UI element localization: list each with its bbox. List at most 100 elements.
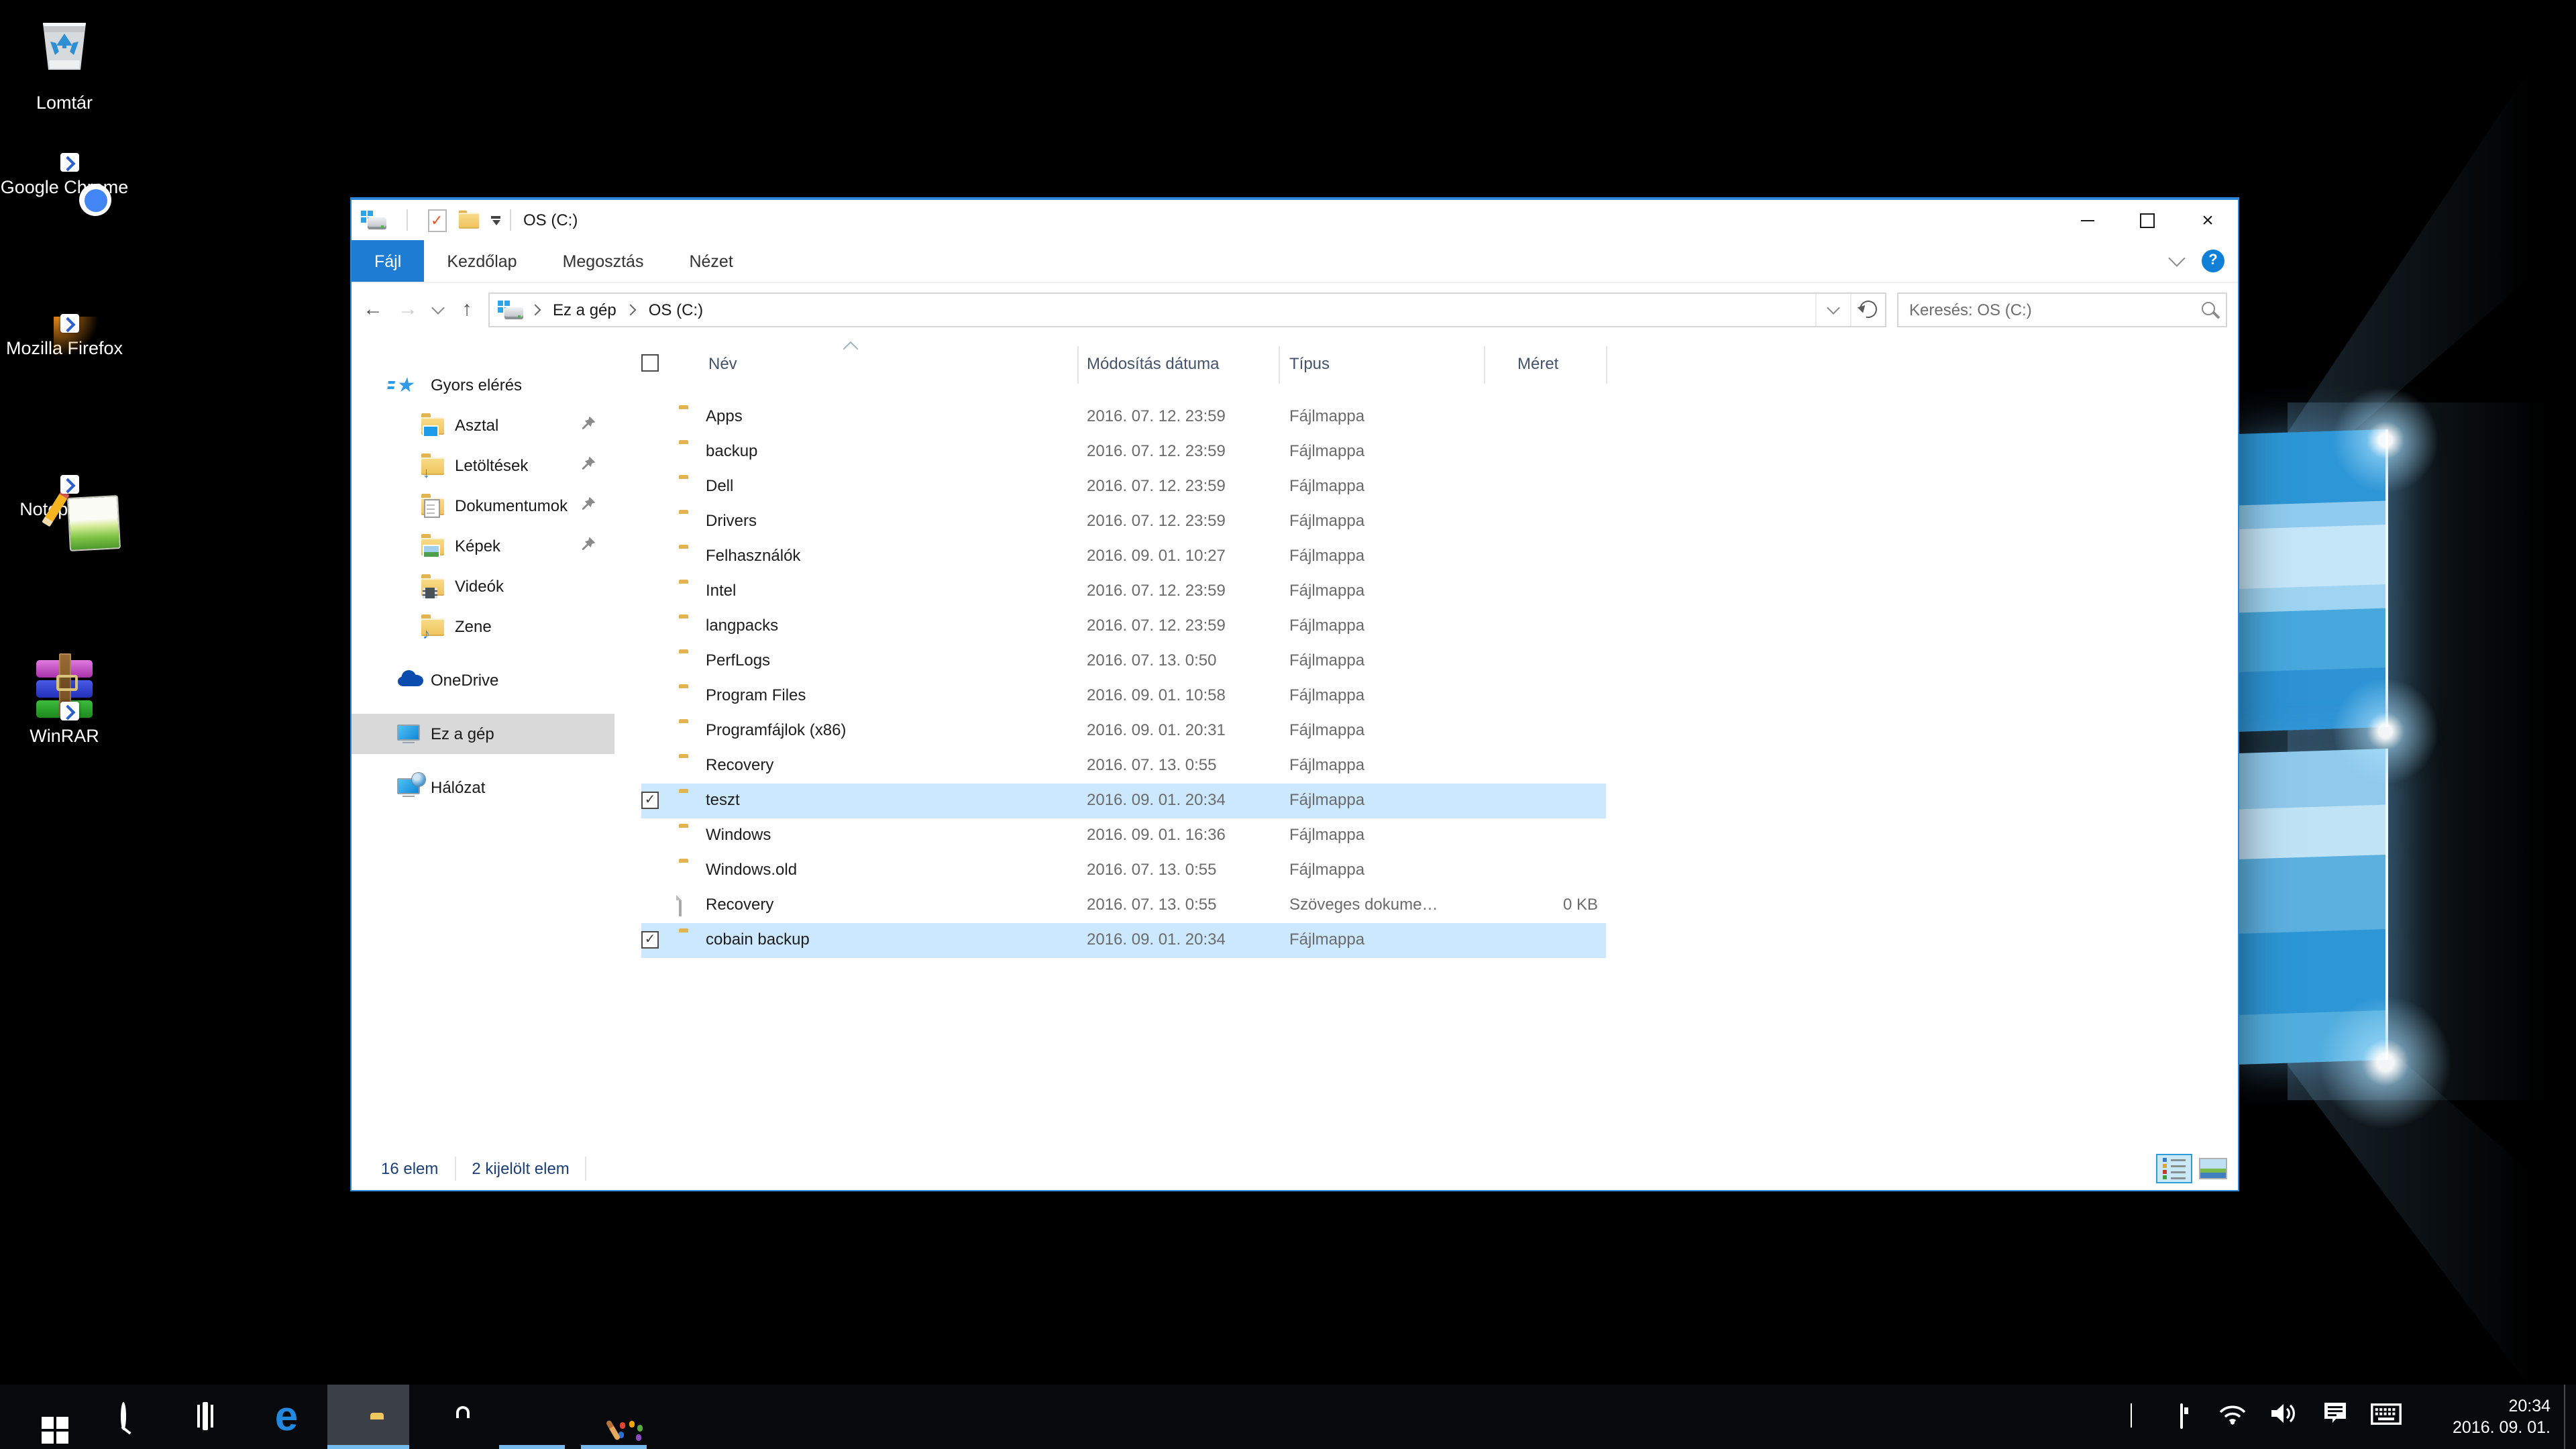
sidebar-item-asztal[interactable]: Asztal <box>352 405 614 445</box>
sidebar-item-k-pek[interactable]: Képek <box>352 526 614 566</box>
clock[interactable]: 20:34 2016. 09. 01. <box>2411 1395 2564 1438</box>
desktop-icon-notepad-plus-plus[interactable]: Notepad++ <box>0 491 129 521</box>
column-header-date[interactable]: Módosítás dátuma <box>1087 354 1219 373</box>
music-folder-icon: ♪ <box>421 618 444 635</box>
refresh-button[interactable] <box>1850 293 1885 325</box>
sidebar-item-onedrive[interactable]: OneDrive <box>352 660 614 700</box>
divider <box>510 209 511 231</box>
taskbar-button-store[interactable] <box>409 1385 491 1449</box>
file-row-windows-old[interactable]: Windows.old 2016. 07. 13. 0:55 Fájlmappa <box>641 853 1606 888</box>
selected-count: 2 kijelölt elem <box>472 1159 569 1178</box>
ribbon-tab-f-jl[interactable]: Fájl <box>352 240 424 282</box>
file-row-felhaszn-l-k[interactable]: Felhasználók 2016. 09. 01. 10:27 Fájlmap… <box>641 539 1606 574</box>
taskbar-button-task-view[interactable] <box>164 1385 246 1449</box>
file-row-teszt[interactable]: ✓ teszt 2016. 09. 01. 20:34 Fájlmappa <box>641 784 1606 818</box>
tray-button-volume[interactable] <box>2258 1385 2309 1449</box>
ribbon-tab-kezd-lap[interactable]: Kezdőlap <box>424 240 539 282</box>
ribbon-tab-bar: FájlKezdőlapMegosztásNézet ? <box>352 240 2238 283</box>
qat-menu-arrow-icon[interactable] <box>491 216 500 224</box>
ribbon-tab-n-zet[interactable]: Nézet <box>666 240 755 282</box>
expand-ribbon-icon[interactable] <box>2168 250 2185 266</box>
column-divider[interactable] <box>1279 346 1280 384</box>
recent-locations-button[interactable] <box>427 292 448 327</box>
taskbar-button-start[interactable] <box>0 1385 82 1449</box>
column-divider[interactable] <box>1606 346 1607 384</box>
file-type: Fájlmappa <box>1289 581 1364 600</box>
file-row-cobain-backup[interactable]: ✓ cobain backup 2016. 09. 01. 20:34 Fájl… <box>641 923 1606 958</box>
column-header-size[interactable]: Méret <box>1517 354 1558 373</box>
file-row-program-files[interactable]: Program Files 2016. 09. 01. 10:58 Fájlma… <box>641 679 1606 714</box>
tray-button-hidden-icons-chevron[interactable] <box>2105 1385 2156 1449</box>
desktop-icon-mozilla-firefox[interactable]: Mozilla Firefox <box>0 330 129 360</box>
minimize-button[interactable] <box>2057 200 2117 240</box>
maximize-button[interactable] <box>2117 200 2178 240</box>
file-row-drivers[interactable]: Drivers 2016. 07. 12. 23:59 Fájlmappa <box>641 504 1606 539</box>
row-checkbox[interactable]: ✓ <box>641 792 659 809</box>
column-header-type[interactable]: Típus <box>1289 354 1330 373</box>
onedrive-cloud-icon <box>397 669 424 691</box>
desktop-icon-winrar[interactable]: WinRAR <box>0 655 129 747</box>
tray-button-touch-keyboard[interactable] <box>2360 1385 2411 1449</box>
close-button[interactable]: × <box>2178 200 2238 240</box>
details-view-button[interactable] <box>2156 1154 2192 1183</box>
sidebar-item-vide-k[interactable]: Videók <box>352 566 614 606</box>
breadcrumb-chevron-icon[interactable] <box>530 304 541 315</box>
sidebar-item-gyors-el-r-s[interactable]: ★ Gyors elérés <box>352 365 614 405</box>
search-input[interactable] <box>1897 292 2227 327</box>
sidebar-item-zene[interactable]: ♪ Zene <box>352 606 614 647</box>
sidebar-item-ez-a-g-p[interactable]: Ez a gép <box>352 714 614 754</box>
desktop-folder-icon <box>421 417 444 434</box>
ribbon-tab-megoszt-s[interactable]: Megosztás <box>540 240 667 282</box>
file-row-recovery[interactable]: Recovery 2016. 07. 13. 0:55 Fájlmappa <box>641 749 1606 784</box>
shortcut-arrow-icon <box>60 314 79 333</box>
downloads-folder-icon: ↓ <box>421 457 444 474</box>
breadcrumb-os-c[interactable]: OS (C:) <box>646 300 706 319</box>
system-tray: 20:34 2016. 09. 01. <box>2105 1385 2576 1449</box>
sidebar-item-let-lt-sek[interactable]: ↓ Letöltések <box>352 445 614 486</box>
up-button[interactable]: ↑ <box>451 292 483 327</box>
file-row-intel[interactable]: Intel 2016. 07. 12. 23:59 Fájlmappa <box>641 574 1606 609</box>
thumbnail-view-button[interactable] <box>2195 1154 2231 1183</box>
help-button[interactable]: ? <box>2202 250 2224 272</box>
column-divider[interactable] <box>1077 346 1079 384</box>
file-row-apps[interactable]: Apps 2016. 07. 12. 23:59 Fájlmappa <box>641 400 1606 435</box>
address-dropdown-button[interactable] <box>1815 293 1850 325</box>
new-folder-icon[interactable] <box>459 212 480 227</box>
back-button[interactable]: ← <box>357 292 389 327</box>
file-row-perflogs[interactable]: PerfLogs 2016. 07. 13. 0:50 Fájlmappa <box>641 644 1606 679</box>
column-header-name[interactable]: Név <box>708 354 737 373</box>
taskbar-button-search[interactable] <box>82 1385 164 1449</box>
tray-button-battery[interactable] <box>2156 1385 2207 1449</box>
select-all-checkbox[interactable] <box>641 354 659 372</box>
file-row-windows[interactable]: Windows 2016. 09. 01. 16:36 Fájlmappa <box>641 818 1606 853</box>
file-row-backup[interactable]: backup 2016. 07. 12. 23:59 Fájlmappa <box>641 435 1606 470</box>
clock-time: 20:34 <box>2411 1395 2551 1417</box>
file-row-recovery[interactable]: Recovery 2016. 07. 13. 0:55 Szöveges dok… <box>641 888 1606 923</box>
breadcrumb-chevron-icon[interactable] <box>625 304 637 315</box>
item-count: 16 elem <box>381 1159 438 1178</box>
tray-button-wifi[interactable] <box>2207 1385 2258 1449</box>
drive-icon <box>498 300 523 319</box>
taskbar-button-edge[interactable]: e <box>246 1385 327 1449</box>
forward-button[interactable]: → <box>392 292 424 327</box>
breadcrumb-this-pc[interactable]: Ez a gép <box>550 300 619 319</box>
row-checkbox[interactable]: ✓ <box>641 931 659 949</box>
sidebar-item-h-l-zat[interactable]: Hálózat <box>352 767 614 808</box>
taskbar-button-file-explorer[interactable] <box>327 1385 409 1449</box>
file-row-programf-jlok-x86[interactable]: Programfájlok (x86) 2016. 09. 01. 20:31 … <box>641 714 1606 749</box>
windows-logo-pane-top <box>2214 429 2388 733</box>
file-type: Szöveges dokume… <box>1289 895 1438 914</box>
taskbar-button-firefox[interactable] <box>491 1385 573 1449</box>
divider <box>407 209 408 231</box>
taskbar-button-paint[interactable] <box>573 1385 655 1449</box>
show-desktop-button[interactable] <box>2564 1385 2576 1449</box>
column-divider[interactable] <box>1484 346 1485 384</box>
file-row-dell[interactable]: Dell 2016. 07. 12. 23:59 Fájlmappa <box>641 470 1606 504</box>
tray-button-action-center[interactable] <box>2309 1385 2360 1449</box>
properties-check-icon[interactable] <box>428 209 447 231</box>
sidebar-item-dokumentumok[interactable]: Dokumentumok <box>352 486 614 526</box>
file-type: Fájlmappa <box>1289 755 1364 774</box>
file-row-langpacks[interactable]: langpacks 2016. 07. 12. 23:59 Fájlmappa <box>641 609 1606 644</box>
desktop-icon-google-chrome[interactable]: Google Chrome <box>0 169 129 199</box>
desktop-icon-recycle-bin[interactable]: Lomtár <box>0 13 129 114</box>
